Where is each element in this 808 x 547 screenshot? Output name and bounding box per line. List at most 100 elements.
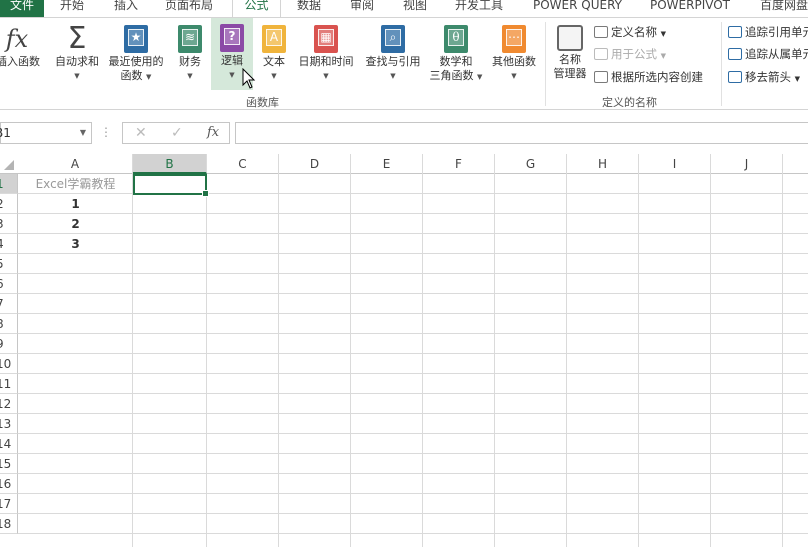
row-header-6[interactable]: 6 — [0, 274, 18, 294]
row-gridline — [18, 453, 808, 454]
column-header-F[interactable]: F — [423, 154, 495, 174]
row-header-10[interactable]: 10 — [0, 354, 18, 374]
column-header-E[interactable]: E — [351, 154, 423, 174]
row-header-14[interactable]: 14 — [0, 434, 18, 454]
financial-button[interactable]: ≋ 财务 ▼ — [172, 20, 208, 92]
lookup-reference-label: 查找与引用 — [365, 55, 421, 68]
select-all-button[interactable] — [4, 160, 14, 170]
trace-dependents-icon — [728, 48, 742, 60]
recently-used-label: 最近使用的 — [108, 55, 164, 68]
create-from-selection-button[interactable]: 根据所选内容创建 — [594, 67, 703, 87]
group-label-defined-names: 定义的名称 — [602, 96, 657, 109]
ribbon: fx 插入函数 Σ 自动求和 ▼ ★ 最近使用的 函数 ▼ ≋ 财务 ▼ ? 逻… — [0, 17, 808, 110]
worksheet-grid[interactable]: ABCDEFGHIJ 123456789101112131415161718 E… — [0, 154, 808, 547]
tab-home[interactable]: 开始 — [60, 0, 84, 17]
column-gridline — [206, 174, 207, 547]
column-header-D[interactable]: D — [279, 154, 351, 174]
trace-precedents-icon — [728, 26, 742, 38]
tab-data[interactable]: 数据 — [297, 0, 321, 17]
tab-page-layout[interactable]: 页面布局 — [165, 0, 213, 17]
row-gridline — [18, 273, 808, 274]
insert-function-icon[interactable]: fx — [207, 123, 219, 143]
column-header-I[interactable]: I — [639, 154, 711, 174]
row-header-4[interactable]: 4 — [0, 234, 18, 254]
chevron-down-icon[interactable]: ▼ — [80, 123, 86, 143]
lookup-reference-button[interactable]: ⌕ 查找与引用 ▼ — [361, 20, 425, 92]
tab-baidu-netdisk[interactable]: 百度网盘 — [760, 0, 808, 17]
row-header-7[interactable]: 7 — [0, 294, 18, 314]
row-header-18[interactable]: 18 — [0, 514, 18, 534]
row-header-17[interactable]: 17 — [0, 494, 18, 514]
name-box[interactable]: B1 ▼ — [0, 122, 92, 144]
star-book-icon: ★ — [124, 25, 148, 53]
column-gridline — [638, 174, 639, 547]
recently-used-label-2: 函数 ▼ — [120, 69, 152, 82]
text-button[interactable]: A 文本 ▼ — [258, 20, 290, 92]
theta-book-icon: θ — [444, 25, 468, 53]
use-in-formula-button[interactable]: 用于公式 ▼ — [594, 44, 666, 64]
text-label: 文本 — [263, 55, 285, 68]
cell-A4[interactable]: 3 — [18, 234, 133, 254]
row-header-11[interactable]: 11 — [0, 374, 18, 394]
define-name-button[interactable]: 定义名称 ▼ — [594, 22, 666, 42]
column-header-B[interactable]: B — [133, 154, 207, 174]
chevron-down-icon: ▼ — [74, 72, 80, 80]
row-gridline — [18, 233, 808, 234]
formula-bar-resize-handle[interactable]: ⋮ — [100, 125, 112, 139]
chevron-down-icon: ▼ — [323, 72, 329, 80]
active-cell-B1[interactable] — [133, 174, 209, 197]
trace-dependents-button[interactable]: 追踪从属单元格 — [728, 44, 808, 64]
row-gridline — [18, 533, 808, 534]
column-header-H[interactable]: H — [567, 154, 639, 174]
tab-powerpivot[interactable]: POWERPIVOT — [650, 0, 730, 17]
math-trig-button[interactable]: θ 数学和 三角函数 ▼ — [425, 20, 487, 92]
tab-formulas[interactable]: 公式 — [232, 0, 281, 17]
column-header-J[interactable]: J — [711, 154, 783, 174]
remove-arrows-icon — [728, 71, 742, 83]
date-time-button[interactable]: ▦ 日期和时间 ▼ — [294, 20, 358, 92]
formula-input[interactable] — [235, 122, 808, 144]
recently-used-button[interactable]: ★ 最近使用的 函数 ▼ — [105, 20, 167, 92]
column-gridline — [422, 174, 423, 547]
tab-developer[interactable]: 开发工具 — [455, 0, 503, 17]
row-header-15[interactable]: 15 — [0, 454, 18, 474]
row-header-3[interactable]: 3 — [0, 214, 18, 234]
remove-arrows-button[interactable]: 移去箭头 ▼ — [728, 67, 800, 87]
more-functions-button[interactable]: ⋯ 其他函数 ▼ — [488, 20, 540, 92]
tab-review[interactable]: 审阅 — [350, 0, 374, 17]
column-header-C[interactable]: C — [207, 154, 279, 174]
row-header-16[interactable]: 16 — [0, 474, 18, 494]
insert-function-button[interactable]: fx 插入函数 — [0, 20, 42, 92]
row-header-12[interactable]: 12 — [0, 394, 18, 414]
column-header-A[interactable]: A — [18, 154, 133, 174]
row-header-1[interactable]: 1 — [0, 174, 18, 194]
column-gridline — [710, 174, 711, 547]
cell-A3[interactable]: 2 — [18, 214, 133, 234]
column-header-G[interactable]: G — [495, 154, 567, 174]
column-gridline — [494, 174, 495, 547]
cell-A1[interactable]: Excel学霸教程 — [18, 174, 133, 194]
row-gridline — [18, 293, 808, 294]
group-separator — [545, 22, 546, 106]
tab-insert[interactable]: 插入 — [114, 0, 138, 17]
row-gridline — [18, 433, 808, 434]
trace-precedents-button[interactable]: 追踪引用单元格 — [728, 22, 808, 42]
row-header-13[interactable]: 13 — [0, 414, 18, 434]
name-manager-label-2: 管理器 — [553, 67, 587, 80]
tab-power-query[interactable]: POWER QUERY — [533, 0, 622, 17]
more-functions-label: 其他函数 — [492, 55, 536, 68]
enter-icon[interactable]: ✓ — [171, 123, 183, 143]
group-separator — [721, 22, 722, 106]
cell-A2[interactable]: 1 — [18, 194, 133, 214]
row-header-8[interactable]: 8 — [0, 314, 18, 334]
autosum-button[interactable]: Σ 自动求和 ▼ — [51, 20, 103, 92]
cancel-icon[interactable]: ✕ — [135, 123, 147, 143]
row-gridline — [18, 213, 808, 214]
tab-view[interactable]: 视图 — [403, 0, 427, 17]
row-header-9[interactable]: 9 — [0, 334, 18, 354]
row-header-2[interactable]: 2 — [0, 194, 18, 214]
row-header-5[interactable]: 5 — [0, 254, 18, 274]
name-manager-button[interactable]: 名称 管理器 — [549, 20, 591, 92]
row-gridline — [18, 473, 808, 474]
tab-file[interactable]: 文件 — [0, 0, 44, 17]
